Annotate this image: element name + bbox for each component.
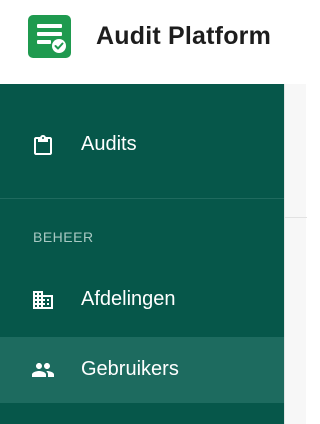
sidebar-item-label: Gebruikers (81, 358, 179, 380)
people-icon (32, 363, 54, 377)
sidebar-item-afdelingen[interactable]: Afdelingen (0, 268, 284, 334)
clipboard-icon (34, 135, 52, 155)
building-icon (33, 291, 53, 309)
section-header-beheer: BEHEER (33, 229, 94, 245)
sidebar-divider (0, 198, 284, 199)
sidebar-item-label: Afdelingen (81, 288, 176, 310)
app-logo-icon[interactable] (28, 15, 71, 58)
content-divider (285, 217, 307, 218)
sidebar-item-gebruikers[interactable]: Gebruikers (0, 337, 284, 403)
sidebar-item-label: Audits (81, 133, 137, 155)
app-title: Audit Platform (96, 22, 272, 50)
sidebar: Audits BEHEER Afdelingen Gebruikers (0, 84, 284, 424)
top-bar: Audit Platform (0, 0, 306, 84)
main-content-edge (284, 84, 307, 424)
sidebar-item-audits[interactable]: Audits (0, 113, 284, 179)
